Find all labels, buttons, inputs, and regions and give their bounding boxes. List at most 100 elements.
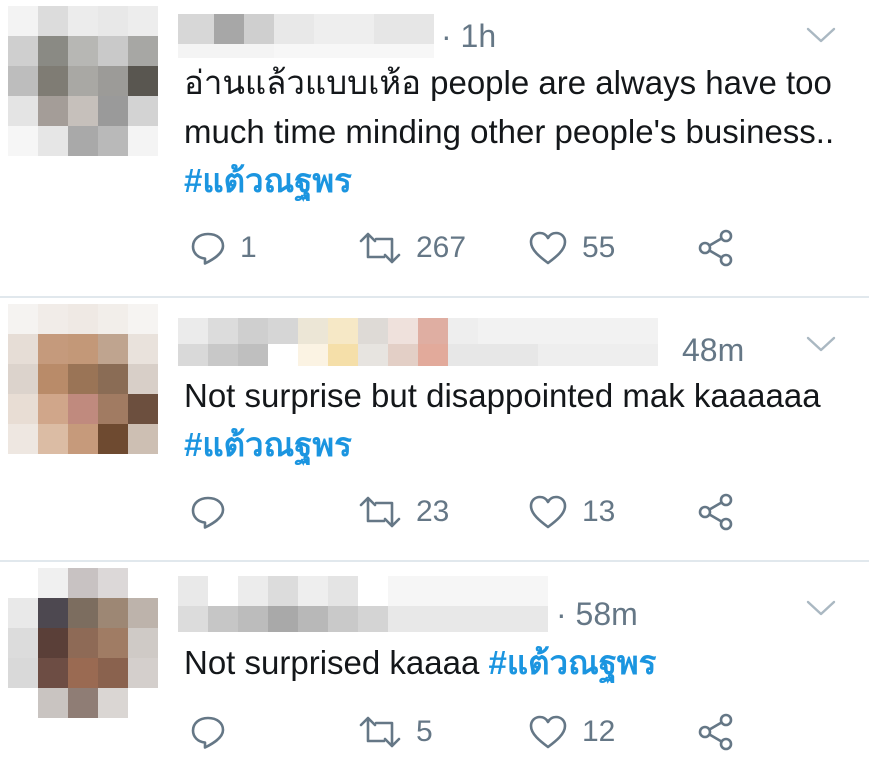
tweet[interactable]: · 58m Not surprised kaaaa #แต้วณฐพร 5 12: [0, 562, 869, 772]
avatar-pixelated-image: [8, 304, 158, 454]
like-button[interactable]: 12: [528, 710, 615, 754]
hashtag-link[interactable]: #แต้วณฐพร: [184, 426, 352, 463]
tweet[interactable]: · 1h อ่านแล้วแบบเห้อ people are always h…: [0, 0, 869, 296]
avatar-pixel: [68, 36, 98, 66]
avatar-pixel: [38, 6, 68, 36]
avatar-pixel: [8, 364, 38, 394]
retweet-icon: [359, 716, 401, 748]
avatar-pixel: [128, 568, 158, 598]
pixelated-username[interactable]: [178, 318, 660, 366]
retweet-icon: [359, 232, 401, 264]
retweet-button[interactable]: 267: [358, 226, 466, 270]
avatar-pixel: [98, 364, 128, 394]
avatar-pixel: [128, 126, 158, 156]
share-button[interactable]: [696, 226, 736, 270]
avatar-pixel: [68, 658, 98, 688]
avatar-pixel: [128, 334, 158, 364]
avatar-pixel: [38, 658, 68, 688]
reply-button[interactable]: [190, 710, 240, 754]
avatar-pixel: [128, 66, 158, 96]
avatar[interactable]: [8, 568, 158, 718]
like-icon: [529, 231, 567, 265]
avatar-pixel: [38, 394, 68, 424]
avatar-pixel: [128, 304, 158, 334]
avatar-pixel: [8, 334, 38, 364]
avatar-pixelated-image: [8, 568, 158, 718]
avatar-pixel: [128, 688, 158, 718]
tweet-body: Not surprised kaaaa: [184, 644, 489, 681]
avatar-pixel: [38, 36, 68, 66]
avatar-pixel: [8, 304, 38, 334]
avatar-pixel: [128, 96, 158, 126]
avatar-pixel: [68, 6, 98, 36]
avatar-pixel: [98, 334, 128, 364]
share-icon: [698, 493, 733, 531]
hashtag-link[interactable]: #แต้วณฐพร: [184, 162, 352, 199]
avatar-pixel: [98, 6, 128, 36]
like-count: 55: [582, 231, 616, 264]
retweet-button[interactable]: 5: [358, 710, 433, 754]
hashtag-link[interactable]: #แต้วณฐพร: [489, 644, 657, 681]
like-count: 12: [582, 715, 616, 748]
tweet-timestamp[interactable]: 48m: [682, 334, 744, 366]
avatar-pixel: [38, 568, 68, 598]
reply-button[interactable]: 1: [190, 226, 257, 270]
tweet-text: อ่านแล้วแบบเห้อ people are always have t…: [184, 58, 844, 205]
pixelated-username[interactable]: [178, 576, 550, 632]
avatar-pixel: [38, 424, 68, 454]
avatar-pixel: [38, 126, 68, 156]
avatar-pixel: [128, 6, 158, 36]
retweet-button[interactable]: 23: [358, 490, 449, 534]
avatar-pixel: [98, 688, 128, 718]
chevron-down-icon[interactable]: [805, 334, 837, 354]
tweet-actions: 1 267 55: [186, 226, 806, 270]
avatar-pixel: [98, 394, 128, 424]
reply-button[interactable]: [190, 490, 240, 534]
avatar-pixel: [128, 394, 158, 424]
avatar-pixel: [98, 568, 128, 598]
tweet-text: Not surprised kaaaa #แต้วณฐพร: [184, 638, 844, 687]
avatar-pixel: [8, 598, 38, 628]
tweet-body: อ่านแล้วแบบเห้อ people are always have t…: [184, 64, 835, 150]
like-button[interactable]: 55: [528, 226, 615, 270]
avatar-pixel: [68, 334, 98, 364]
share-button[interactable]: [696, 490, 736, 534]
avatar-pixel: [98, 598, 128, 628]
tweet[interactable]: 48m Not surprise but disappointed mak ka…: [0, 298, 869, 560]
pixelated-username[interactable]: [178, 14, 440, 58]
avatar-pixel: [68, 568, 98, 598]
retweet-count: 5: [416, 715, 433, 748]
tweet-body: Not surprise but disappointed mak kaaaaa…: [184, 377, 821, 414]
avatar-pixel: [98, 628, 128, 658]
share-button[interactable]: [696, 710, 736, 754]
avatar-pixel: [128, 628, 158, 658]
avatar-pixel: [68, 688, 98, 718]
chevron-down-icon[interactable]: [805, 598, 837, 618]
avatar-pixel: [68, 96, 98, 126]
avatar-pixel: [8, 568, 38, 598]
avatar-pixel: [8, 6, 38, 36]
avatar[interactable]: [8, 304, 158, 454]
tweet-timestamp[interactable]: · 58m: [556, 598, 638, 630]
like-button[interactable]: 13: [528, 490, 615, 534]
retweet-count: 23: [416, 495, 450, 528]
avatar-pixel: [98, 424, 128, 454]
avatar-pixel: [8, 424, 38, 454]
chevron-down-icon[interactable]: [805, 25, 837, 45]
avatar-pixel: [98, 126, 128, 156]
avatar[interactable]: [8, 6, 158, 156]
avatar-pixel: [38, 364, 68, 394]
reply-icon: [191, 496, 225, 529]
avatar-pixel: [128, 598, 158, 628]
avatar-pixelated-image: [8, 6, 158, 156]
reply-icon: [191, 232, 225, 265]
tweet-timestamp[interactable]: · 1h: [441, 20, 496, 52]
avatar-pixel: [8, 36, 38, 66]
avatar-pixel: [38, 304, 68, 334]
avatar-pixel: [38, 96, 68, 126]
avatar-pixel: [38, 334, 68, 364]
avatar-pixel: [98, 66, 128, 96]
avatar-pixel: [68, 126, 98, 156]
like-count: 13: [582, 495, 616, 528]
avatar-pixel: [8, 126, 38, 156]
